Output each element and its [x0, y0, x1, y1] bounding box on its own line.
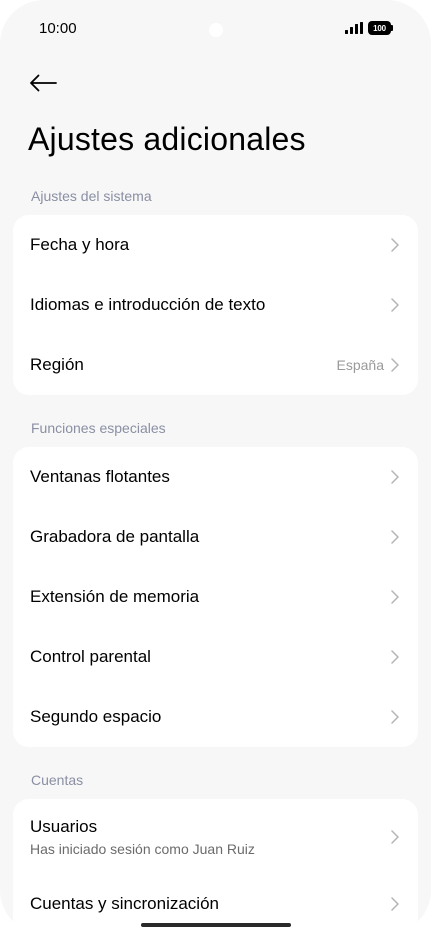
battery-icon: 100: [368, 21, 394, 35]
arrow-left-icon: [30, 74, 57, 92]
row-label: Extensión de memoria: [30, 587, 200, 606]
row-label: Fecha y hora: [30, 235, 130, 254]
chevron-right-icon: [390, 589, 400, 605]
chevron-right-icon: [390, 529, 400, 545]
section-header-system: Ajustes del sistema: [31, 188, 152, 204]
phone-screen: 10:00 100 Ajustes adicionales Ajustes de…: [0, 0, 431, 934]
row-usuarios[interactable]: Usuarios Has iniciado sesión como Juan R…: [13, 799, 418, 875]
row-label: Cuentas y sincronización: [30, 894, 219, 913]
row-text: Usuarios Has iniciado sesión como Juan R…: [30, 817, 390, 857]
row-label: Grabadora de pantalla: [30, 527, 200, 546]
chevron-right-icon: [390, 297, 400, 313]
row-idiomas[interactable]: Idiomas e introducción de texto: [13, 275, 418, 335]
chevron-right-icon: [390, 709, 400, 725]
row-grabadora-pantalla[interactable]: Grabadora de pantalla: [13, 507, 418, 567]
chevron-right-icon: [390, 237, 400, 253]
camera-cutout: [209, 23, 223, 37]
chevron-right-icon: [390, 469, 400, 485]
card-system: Fecha y hora Idiomas e introducción de t…: [13, 215, 418, 395]
row-label: Usuarios: [30, 817, 98, 836]
section-header-accounts: Cuentas: [31, 772, 84, 788]
status-time: 10:00: [39, 20, 77, 37]
page-title: Ajustes adicionales: [28, 121, 306, 157]
back-button[interactable]: [26, 66, 60, 100]
section-header-special: Funciones especiales: [31, 420, 166, 436]
row-extension-memoria[interactable]: Extensión de memoria: [13, 567, 418, 627]
row-label: Región: [30, 355, 84, 374]
chevron-right-icon: [390, 649, 400, 665]
chevron-right-icon: [390, 829, 400, 845]
battery-tip: [391, 25, 393, 31]
chevron-right-icon: [390, 896, 400, 912]
signal-icon: [345, 22, 363, 34]
row-region[interactable]: Región España: [13, 335, 418, 395]
home-indicator[interactable]: [141, 923, 291, 927]
row-subtitle: Has iniciado sesión como Juan Ruiz: [30, 841, 255, 857]
row-label: Control parental: [30, 647, 151, 666]
row-ventanas-flotantes[interactable]: Ventanas flotantes: [13, 447, 418, 507]
row-fecha-hora[interactable]: Fecha y hora: [13, 215, 418, 275]
row-label: Ventanas flotantes: [30, 467, 170, 486]
battery-level: 100: [368, 21, 391, 35]
card-accounts: Usuarios Has iniciado sesión como Juan R…: [13, 799, 418, 934]
card-special: Ventanas flotantes Grabadora de pantalla…: [13, 447, 418, 747]
status-bar: 10:00 100: [0, 0, 431, 60]
row-label: Idiomas e introducción de texto: [30, 295, 266, 314]
region-value: España: [336, 357, 384, 373]
chevron-right-icon: [390, 357, 400, 373]
row-segundo-espacio[interactable]: Segundo espacio: [13, 687, 418, 747]
row-label: Segundo espacio: [30, 707, 162, 726]
row-control-parental[interactable]: Control parental: [13, 627, 418, 687]
